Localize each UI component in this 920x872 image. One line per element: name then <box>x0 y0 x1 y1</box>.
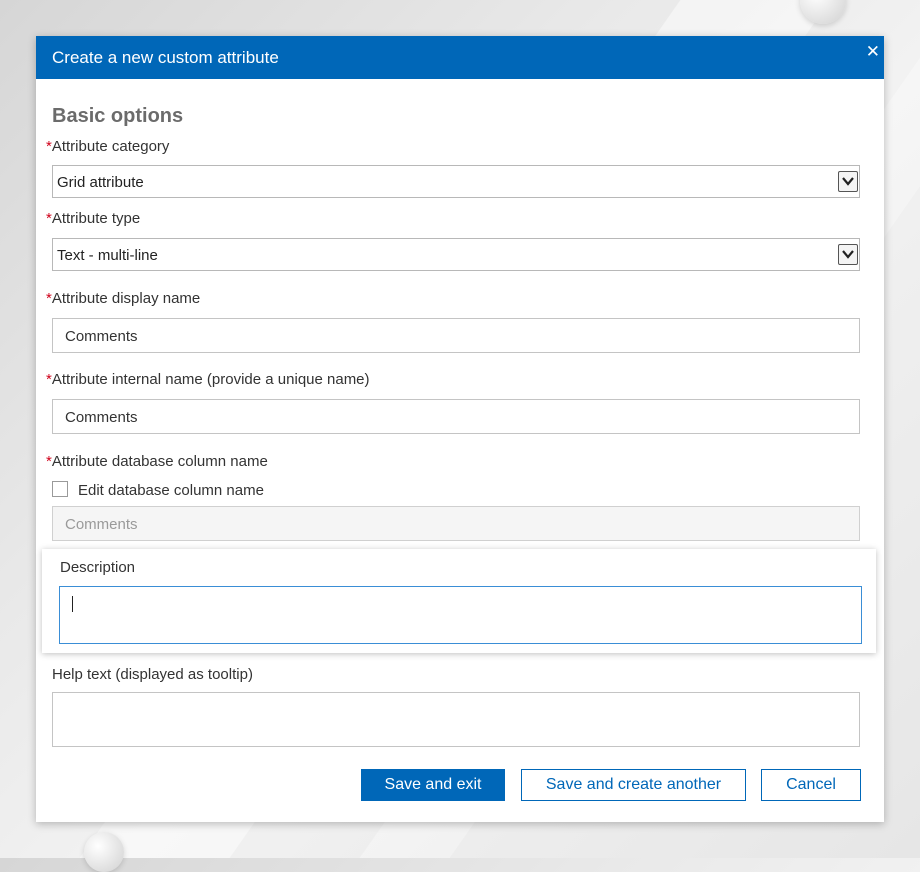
dialog-header: Create a new custom attribute ✕ <box>36 36 884 79</box>
chevron-down-icon[interactable] <box>838 244 858 265</box>
description-label: Description <box>60 559 136 576</box>
attribute-type-select[interactable]: Text - multi-line <box>52 238 860 271</box>
attribute-category-label: *Attribute category <box>46 138 170 155</box>
edit-db-column-checkbox[interactable] <box>52 481 68 497</box>
help-text-label: Help text (displayed as tooltip) <box>52 666 253 683</box>
edit-db-column-label[interactable]: Edit database column name <box>78 482 264 499</box>
display-name-input[interactable]: Comments <box>52 318 860 353</box>
section-title: Basic options <box>52 105 184 127</box>
cancel-button[interactable]: Cancel <box>761 769 861 801</box>
text-caret <box>72 596 73 612</box>
attribute-type-label: *Attribute type <box>46 210 141 227</box>
attribute-category-select[interactable]: Grid attribute <box>52 165 860 198</box>
close-icon[interactable]: ✕ <box>866 42 880 62</box>
save-and-exit-button[interactable]: Save and exit <box>361 769 505 801</box>
dialog-title: Create a new custom attribute <box>52 48 279 67</box>
description-textarea[interactable] <box>59 586 862 644</box>
db-column-input: Comments <box>52 506 860 541</box>
attribute-category-value: Grid attribute <box>57 174 144 191</box>
chevron-down-icon[interactable] <box>838 171 858 192</box>
help-text-textarea[interactable] <box>52 692 860 747</box>
description-field-card: Description <box>42 549 876 653</box>
save-and-create-another-button[interactable]: Save and create another <box>521 769 746 801</box>
background-orb <box>84 832 124 872</box>
db-column-label: *Attribute database column name <box>46 453 268 470</box>
internal-name-input[interactable]: Comments <box>52 399 860 434</box>
attribute-type-value: Text - multi-line <box>57 247 158 264</box>
display-name-label: *Attribute display name <box>46 290 201 307</box>
custom-attribute-dialog: Create a new custom attribute ✕ Basic op… <box>36 36 884 822</box>
internal-name-label: *Attribute internal name (provide a uniq… <box>46 371 370 388</box>
